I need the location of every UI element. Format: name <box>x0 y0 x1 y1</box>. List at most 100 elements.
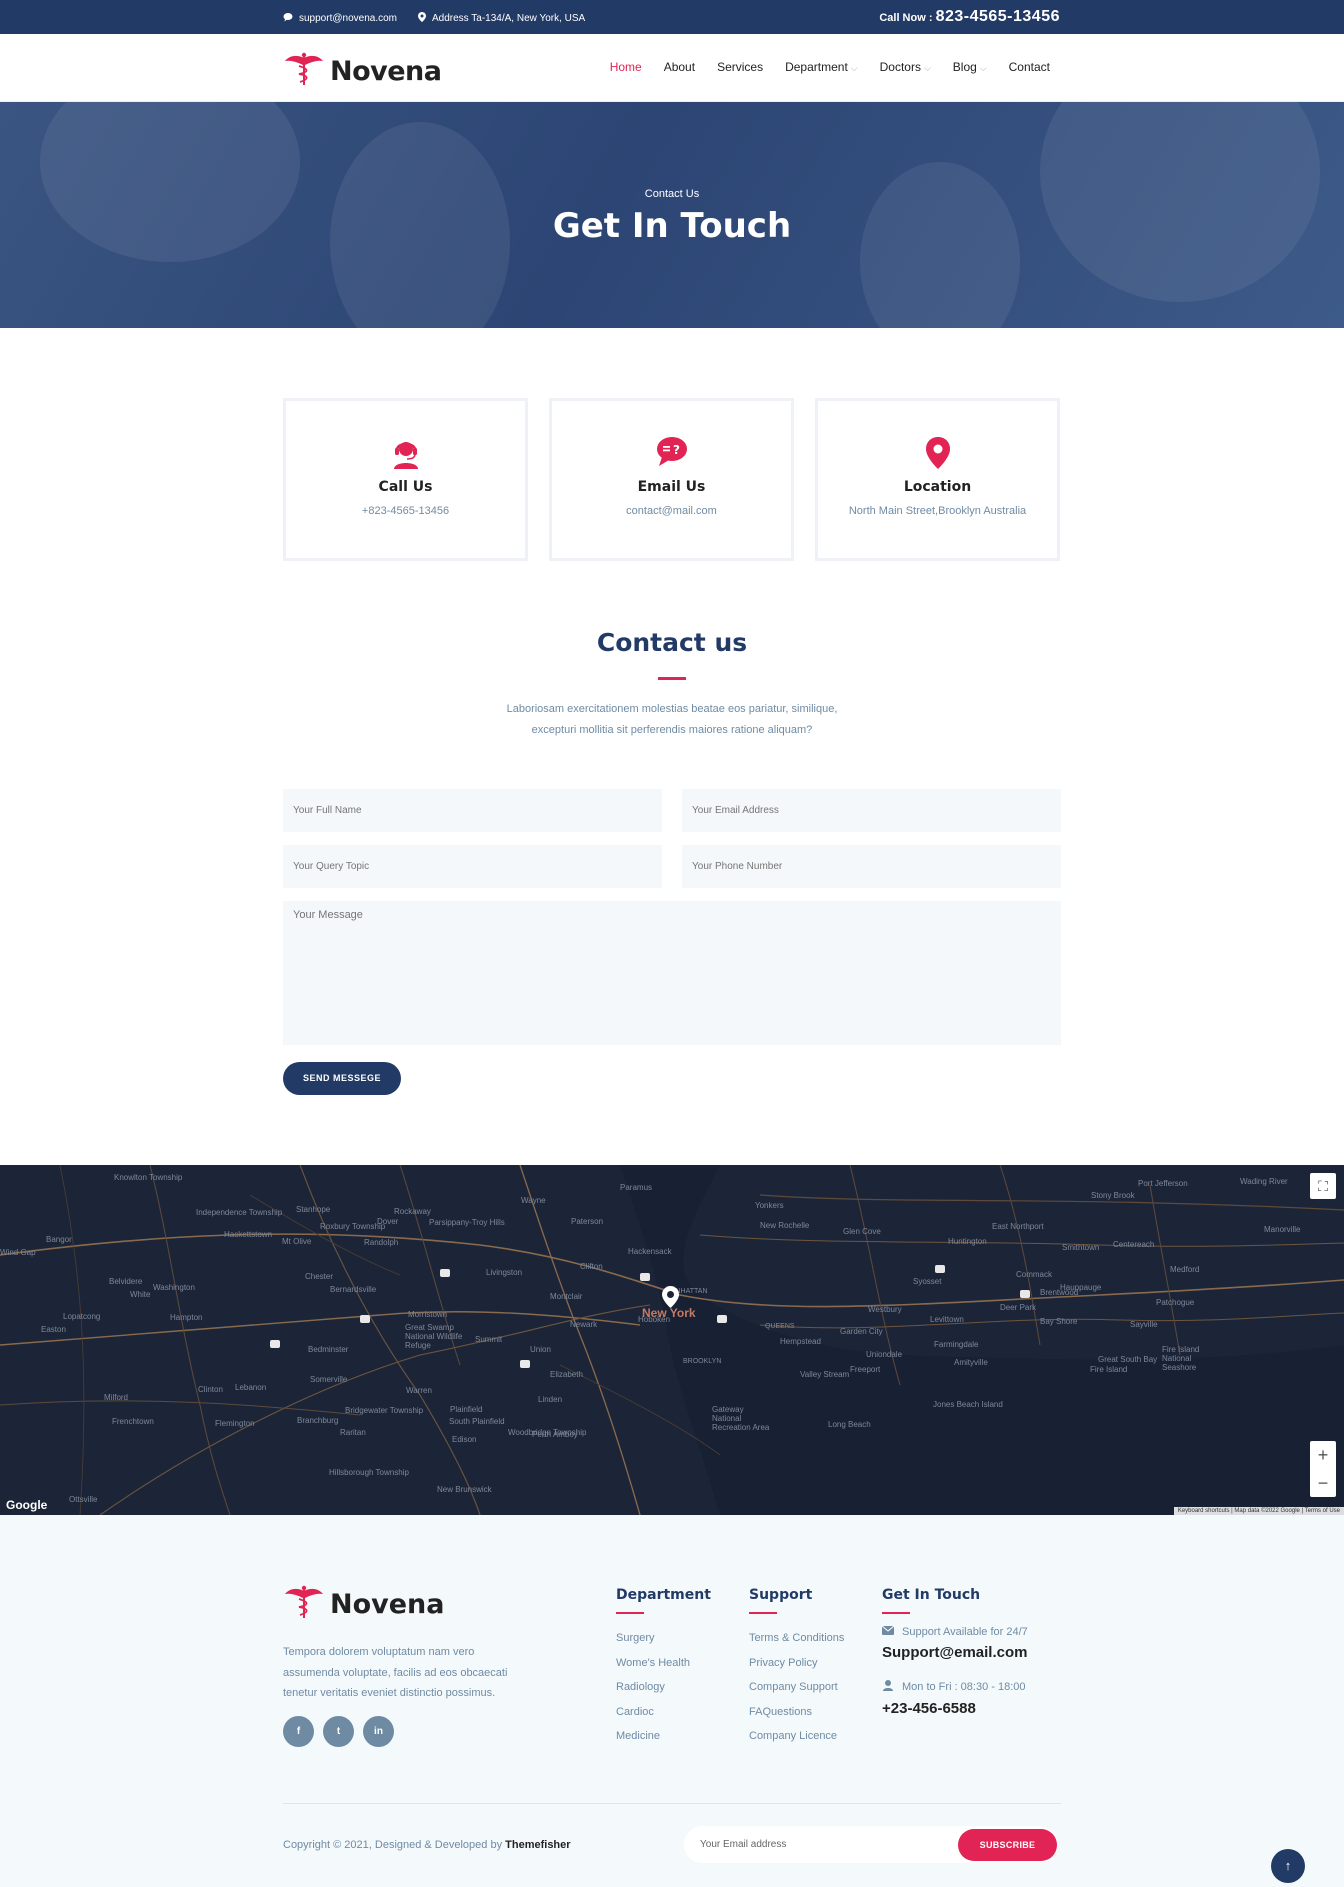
map-label: Plainfield <box>450 1405 483 1414</box>
footer-link[interactable]: Medicine <box>616 1730 711 1755</box>
map-label: Brentwood <box>1040 1288 1079 1297</box>
twitter-icon[interactable]: t <box>323 1716 354 1747</box>
footer-column-title: Get In Touch <box>882 1587 981 1603</box>
support-phone[interactable]: +23-456-6588 <box>882 1700 1028 1717</box>
topbar-address-text: Address Ta-134/A, New York, USA <box>432 13 586 24</box>
card-location: Location North Main Street,Brooklyn Aust… <box>815 398 1060 561</box>
footer-link[interactable]: Privacy Policy <box>749 1657 844 1682</box>
nav-about[interactable]: About <box>664 60 695 74</box>
footer-link[interactable]: Radiology <box>616 1681 711 1706</box>
page-title: Get In Touch <box>552 206 792 246</box>
footer-link[interactable]: Cardioc <box>616 1706 711 1731</box>
map-label: Gateway National Recreation Area <box>712 1405 770 1432</box>
map-pin-icon <box>662 1286 679 1313</box>
site-footer: Novena Tempora dolorem voluptatum nam ve… <box>0 1515 1344 1887</box>
zoom-out-button[interactable]: − <box>1310 1469 1336 1497</box>
highway-shield <box>440 1269 450 1277</box>
nav-services[interactable]: Services <box>717 60 763 74</box>
footer-support-column: Support Terms & Conditions Privacy Polic… <box>749 1587 844 1755</box>
map-label: Smithtown <box>1062 1243 1100 1252</box>
map-label: Montclair <box>550 1292 583 1301</box>
map-label: Port Jefferson <box>1138 1179 1188 1188</box>
footer-link[interactable]: Company Licence <box>749 1730 844 1755</box>
phone-field[interactable] <box>682 845 1061 888</box>
map-label: Westbury <box>868 1305 902 1314</box>
footer-link[interactable]: Surgery <box>616 1632 711 1657</box>
zoom-in-button[interactable]: + <box>1310 1441 1336 1469</box>
nav-blog[interactable]: Blog ⌵ <box>953 60 987 74</box>
map-label: Roxbury Township <box>320 1222 386 1231</box>
send-message-button[interactable]: SEND MESSEGE <box>283 1062 401 1095</box>
footer-link[interactable]: Company Support <box>749 1681 844 1706</box>
query-topic-field[interactable] <box>283 845 662 888</box>
map-label: Stanhope <box>296 1205 331 1214</box>
map-label: Milford <box>104 1393 129 1402</box>
topbar-email[interactable]: support@novena.com <box>283 12 397 25</box>
map-label: Mt Olive <box>282 1237 312 1246</box>
map-label: Summit <box>475 1335 503 1344</box>
map-label: Bernardsville <box>330 1285 377 1294</box>
nav-doctors[interactable]: Doctors ⌵ <box>880 60 931 74</box>
card-text: North Main Street,Brooklyn Australia <box>848 505 1027 517</box>
map-label: Bridgewater Township <box>345 1406 424 1415</box>
email-field[interactable] <box>682 789 1061 832</box>
map-label: Deer Park <box>1000 1303 1037 1312</box>
chat-icon <box>283 12 293 25</box>
map-label: Independence Township <box>196 1208 283 1217</box>
google-map[interactable]: Yonkers New Rochelle Paterson Hackensack… <box>0 1165 1344 1515</box>
contact-description-line: Laboriosam exercitationem molestias beat… <box>506 703 838 715</box>
map-label: South Plainfield <box>449 1417 505 1426</box>
highway-shield <box>717 1315 727 1323</box>
nav-contact[interactable]: Contact <box>1009 60 1050 74</box>
map-label: Union <box>530 1345 551 1354</box>
facebook-icon[interactable]: f <box>283 1716 314 1747</box>
map-label: Hillsborough Township <box>329 1468 409 1477</box>
nav-home[interactable]: Home <box>610 60 642 74</box>
card-call-us: Call Us +823-4565-13456 <box>283 398 528 561</box>
footer-link[interactable]: Terms & Conditions <box>749 1632 844 1657</box>
full-name-field[interactable] <box>283 789 662 832</box>
map-label: Yonkers <box>755 1201 784 1210</box>
map-attribution[interactable]: Keyboard shortcuts | Map data ©2022 Goog… <box>1173 1507 1344 1515</box>
headset-icon <box>286 437 525 471</box>
map-label: Patchogue <box>1156 1298 1195 1307</box>
topbar-call-now[interactable]: Call Now : 823-4565-13456 <box>879 8 1060 26</box>
map-label: Great South Bay <box>1098 1355 1158 1364</box>
highway-shield <box>270 1340 280 1348</box>
map-label: Fire Island <box>1090 1365 1128 1374</box>
map-label: Hempstead <box>780 1337 821 1346</box>
envelope-icon <box>881 1625 895 1638</box>
chevron-down-icon: ⌵ <box>923 63 931 73</box>
scroll-to-top-button[interactable]: ↑ <box>1271 1849 1305 1883</box>
fullscreen-icon[interactable]: ⛶ <box>1310 1173 1336 1199</box>
nav-department[interactable]: Department ⌵ <box>785 60 858 74</box>
map-label: Commack <box>1016 1270 1053 1279</box>
card-text: contact@mail.com <box>626 505 717 517</box>
footer-logo[interactable]: Novena <box>284 1585 445 1624</box>
topbar-email-text: support@novena.com <box>299 13 397 24</box>
map-label: Lebanon <box>235 1383 267 1392</box>
footer-link[interactable]: Wome's Health <box>616 1657 711 1682</box>
contact-description-line: excepturi mollitia sit perferendis maior… <box>531 724 813 736</box>
footer-link[interactable]: FAQuestions <box>749 1706 844 1731</box>
map-label: Farmingdale <box>934 1340 979 1349</box>
nav-department-label: Department <box>785 60 848 74</box>
map-label: Hackettstown <box>224 1230 273 1239</box>
support-email[interactable]: Support@email.com <box>882 1644 1028 1661</box>
contact-description: Laboriosam exercitationem molestias beat… <box>472 699 872 741</box>
caduceus-icon <box>284 52 324 91</box>
copyright: Copyright © 2021, Designed & Developed b… <box>283 1839 571 1851</box>
highway-shield <box>640 1273 650 1281</box>
subscribe-button[interactable]: SUBSCRIBE <box>958 1829 1057 1861</box>
copyright-brand-link[interactable]: Themefisher <box>505 1839 570 1851</box>
linkedin-icon[interactable]: in <box>363 1716 394 1747</box>
map-label: Newark <box>570 1320 598 1329</box>
map-marker-icon <box>418 12 426 25</box>
message-field[interactable] <box>283 901 1061 1045</box>
call-now-label: Call Now : <box>879 12 936 24</box>
site-logo[interactable]: Novena <box>284 52 442 91</box>
map-label: Edison <box>452 1435 477 1444</box>
map-label: Jones Beach Island <box>933 1400 1003 1409</box>
subscribe-email-input[interactable]: Your Email address <box>700 1839 786 1850</box>
map-label: Flemington <box>215 1419 255 1428</box>
